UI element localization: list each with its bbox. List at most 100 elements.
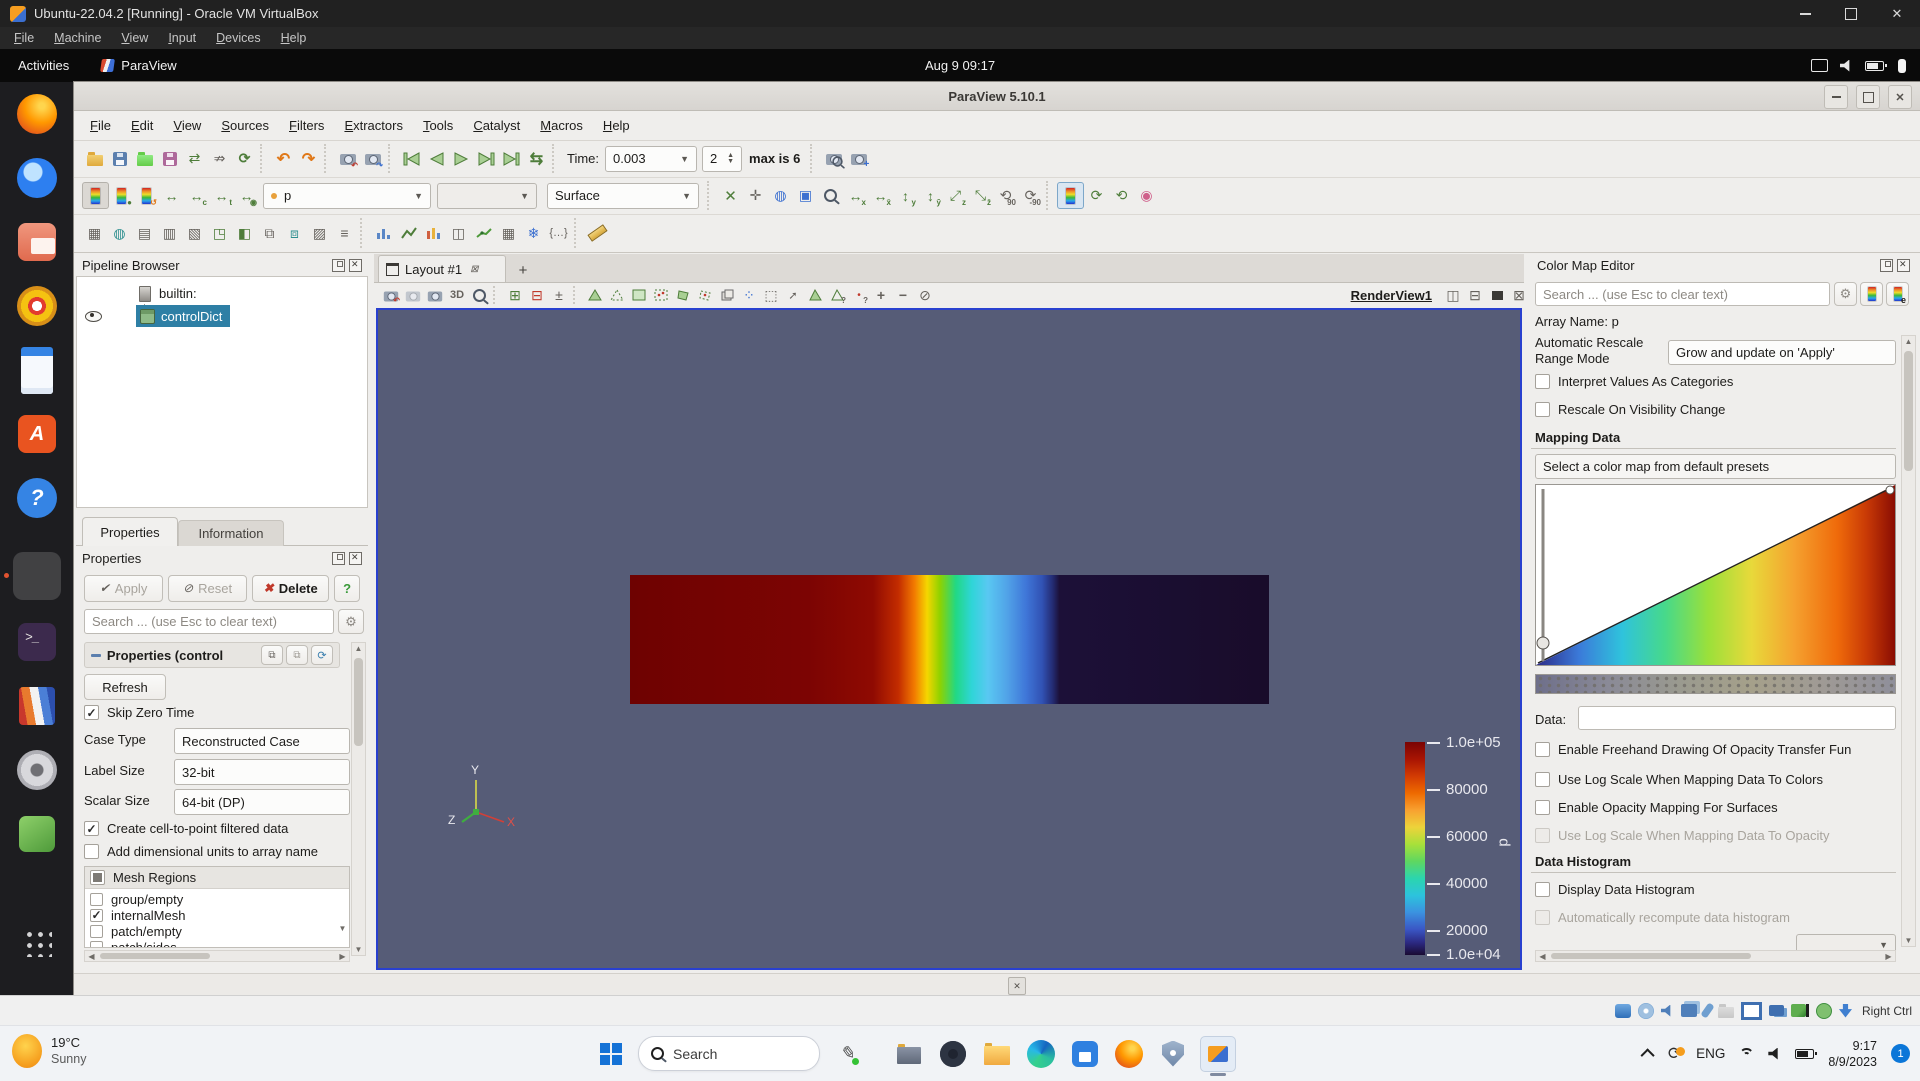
new-layout-tab-button[interactable]: + (510, 258, 536, 282)
open-file-icon[interactable] (82, 146, 107, 171)
selection-query-icon[interactable]: ? (826, 284, 848, 306)
extract-blocks-icon[interactable]: ◳ (207, 221, 232, 246)
layout-tab-close-icon[interactable]: ⊠ (470, 264, 478, 275)
vbox-minimize-button[interactable] (1782, 0, 1828, 27)
network-icon[interactable] (1791, 1004, 1809, 1017)
cme-scrollbar[interactable]: ▲ ▼ (1901, 335, 1916, 947)
pipeline-item-builtin[interactable]: builtin: (77, 283, 367, 304)
virtualbox-taskbar-icon[interactable] (1200, 1036, 1236, 1072)
notification-badge[interactable]: 1 (1891, 1044, 1910, 1063)
update-scalar-bars-icon[interactable]: ⟳ (1084, 183, 1109, 208)
separate-color-map-icon[interactable]: ◉ (1134, 183, 1159, 208)
pipeline-close-button[interactable] (349, 259, 362, 272)
cme-float-button[interactable] (1880, 259, 1893, 272)
select-surface-cells-icon[interactable] (584, 284, 606, 306)
vbox-menu-input[interactable]: Input (158, 31, 206, 45)
plot-data-icon[interactable]: ▨ (307, 221, 332, 246)
color-map-strip[interactable] (1535, 674, 1896, 694)
recompute-histogram-checkbox[interactable]: Automatically recompute data histogram (1535, 910, 1897, 925)
audio-icon[interactable] (1661, 1005, 1674, 1017)
set-view-minus-x-icon[interactable]: ↔x̄ (868, 183, 893, 208)
show-center-axes-icon[interactable]: ✛ (743, 183, 768, 208)
compare-views-icon[interactable]: ▥ (157, 221, 182, 246)
data-value-input[interactable] (1578, 706, 1896, 730)
toggle-3d-icon[interactable]: 3D (446, 284, 468, 306)
adjust-scalar-bars-icon[interactable]: ⟲ (1109, 183, 1134, 208)
collapsed-panel-close-button[interactable]: ✕ (1008, 977, 1026, 995)
shared-folder-icon[interactable] (1718, 1004, 1734, 1018)
cme-show-colormap-button[interactable] (1860, 282, 1883, 306)
menu-edit[interactable]: Edit (121, 118, 163, 133)
cme-search-options-button[interactable]: ⚙ (1834, 282, 1857, 306)
camera-link-icon[interactable]: ↶ (380, 284, 402, 306)
hover-points-icon[interactable]: ➚ (782, 284, 804, 306)
layout-tab[interactable]: Layout #1 ⊠ (378, 255, 506, 282)
opacity-surfaces-checkbox[interactable]: Enable Opacity Mapping For Surfaces (1535, 800, 1897, 815)
remove-annotation-icon[interactable]: ⊟ (526, 284, 548, 306)
dock-document-app-icon[interactable] (13, 346, 61, 394)
properties-scrollbar[interactable]: ▲ ▼ (351, 642, 366, 956)
histogram-icon[interactable] (371, 221, 396, 246)
merge-blocks-icon[interactable]: ⧈ (282, 221, 307, 246)
vbox-maximize-button[interactable] (1828, 0, 1874, 27)
line-chart-icon[interactable] (396, 221, 421, 246)
label-size-combo[interactable]: 32-bit (174, 759, 350, 785)
teams-icon[interactable] (936, 1037, 970, 1071)
first-frame-button[interactable] (399, 146, 424, 171)
tab-information[interactable]: Information (178, 520, 284, 546)
choose-preset-icon[interactable]: ↺ (134, 183, 159, 208)
pv-minimize-button[interactable] (1824, 85, 1848, 109)
camera-undo-icon[interactable]: ↶ (335, 146, 360, 171)
globe-view-icon[interactable]: ◍ (107, 221, 132, 246)
dock-colormap-app-icon[interactable] (13, 682, 61, 730)
region-row[interactable]: group/empty (85, 891, 349, 907)
bar-chart-icon[interactable] (421, 221, 446, 246)
dock-thunderbird-icon[interactable] (13, 154, 61, 202)
freeze-icon[interactable]: ❄ (521, 221, 546, 246)
vbox-menu-devices[interactable]: Devices (206, 31, 270, 45)
play-button[interactable] (449, 146, 474, 171)
color-by-combo[interactable]: p▼ (263, 183, 431, 209)
cme-close-button[interactable] (1897, 259, 1910, 272)
pv-close-button[interactable]: ✕ (1888, 85, 1912, 109)
table-view-icon[interactable]: ▦ (496, 221, 521, 246)
pipeline-item-controldict[interactable]: controlDict (77, 305, 367, 327)
usb-icon[interactable] (1704, 1003, 1711, 1018)
split-view-icon[interactable]: ▧ (182, 221, 207, 246)
vbox-close-button[interactable]: ✕ (1874, 0, 1920, 27)
taskbar-search[interactable]: Search (638, 1036, 820, 1071)
clock-widget[interactable]: 9:17 8/9/2023 (1828, 1038, 1877, 1070)
shrink-selection-icon[interactable]: − (892, 284, 914, 306)
widgets-icon[interactable]: ✎ (830, 1037, 864, 1071)
clipboard-icon[interactable] (1816, 1003, 1832, 1019)
edge-icon[interactable] (1024, 1037, 1058, 1071)
dock-media-app-icon[interactable] (13, 282, 61, 330)
wifi-icon[interactable] (1739, 1048, 1754, 1060)
skip-zero-time-checkbox[interactable]: Skip Zero Time (84, 705, 344, 720)
interpret-categories-checkbox[interactable]: Interpret Values As Categories (1535, 374, 1895, 389)
region-row[interactable]: patch/sides (85, 939, 349, 948)
refresh-button[interactable]: Refresh (84, 674, 166, 700)
set-view-plus-z-icon[interactable]: ⤢z (943, 183, 968, 208)
adjust-annotation-icon[interactable]: ± (548, 284, 570, 306)
reset-session-icon[interactable]: ⟳ (232, 146, 257, 171)
representation-combo[interactable]: Surface▼ (547, 183, 699, 209)
mouse-integration-icon[interactable] (1839, 1004, 1852, 1018)
store-icon[interactable] (1068, 1037, 1102, 1071)
color-legend-visibility-icon[interactable] (1057, 182, 1084, 209)
delete-button[interactable]: ✖Delete (252, 575, 329, 602)
log-scale-colors-checkbox[interactable]: Use Log Scale When Mapping Data To Color… (1535, 772, 1897, 787)
menu-help[interactable]: Help (593, 118, 640, 133)
connect-icon[interactable]: ⇄ (182, 146, 207, 171)
reset-defaults-button[interactable]: ⟳ (311, 645, 333, 665)
redo-icon[interactable]: ↷ (296, 146, 321, 171)
zoom-to-data-range-icon[interactable]: ▣ (793, 183, 818, 208)
menu-sources[interactable]: Sources (211, 118, 279, 133)
reset-button[interactable]: ⊘Reset (168, 575, 247, 602)
undo-icon[interactable]: ↶ (271, 146, 296, 171)
render-view[interactable]: 1.0e+05 80000 60000 40000 20000 1.0e+04 … (376, 308, 1522, 970)
cme-hscrollbar[interactable]: ◀ ▶ (1535, 950, 1896, 962)
quartile-chart-icon[interactable] (471, 221, 496, 246)
properties-search-input[interactable] (84, 609, 334, 634)
python-trace-icon[interactable]: ≡ (332, 221, 357, 246)
